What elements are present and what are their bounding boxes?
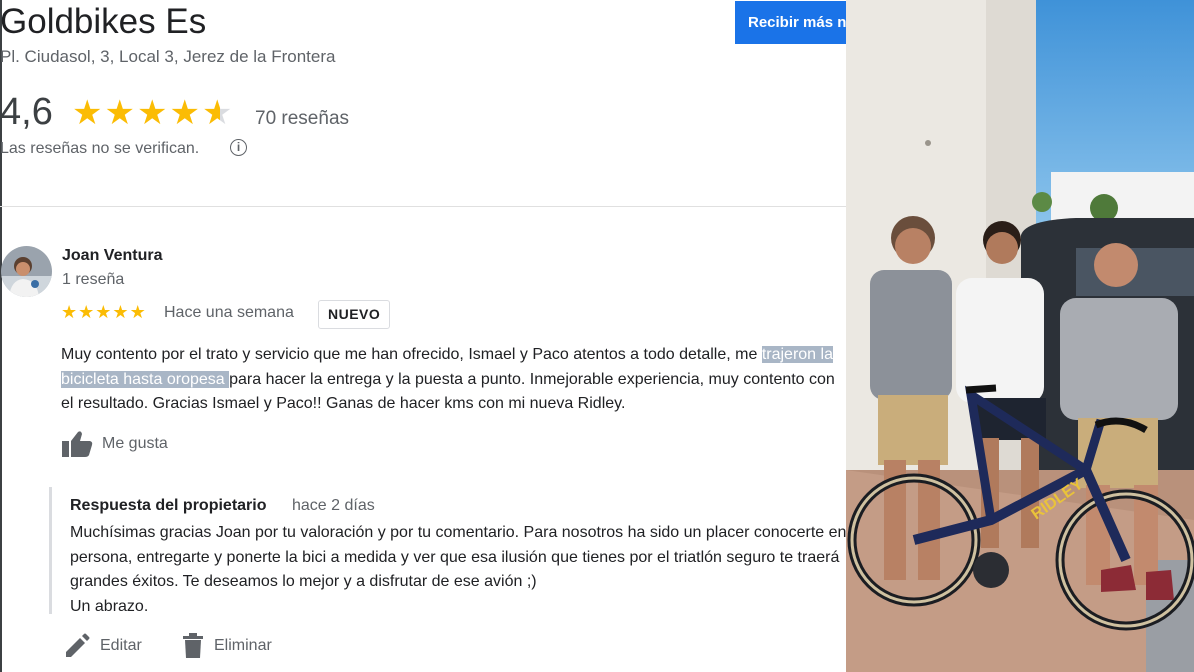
business-name: Goldbikes Es	[0, 2, 207, 41]
owner-reply-text: Muchísimas gracias Joan por tu valoració…	[70, 521, 846, 619]
avatar[interactable]	[1, 246, 52, 297]
business-address: Pl. Ciudasol, 3, Local 3, Jerez de la Fr…	[0, 47, 336, 66]
star-icon: ★	[72, 94, 103, 132]
rating-value: 4,6	[0, 91, 53, 133]
divider	[0, 206, 846, 207]
unverified-notice: Las reseñas no se verifican.	[0, 140, 200, 157]
review-photo[interactable]: RIDLEY	[846, 0, 1194, 672]
reviewer-name[interactable]: Joan Ventura	[62, 247, 162, 265]
review-stars: ★ ★ ★ ★ ★	[61, 303, 146, 321]
like-button[interactable]: Me gusta	[61, 430, 168, 458]
star-icon: ★	[78, 302, 95, 322]
star-icon: ★	[136, 94, 168, 132]
review-time: Hace una semana	[164, 304, 294, 321]
owner-reply-title: Respuesta del propietario	[70, 497, 267, 514]
get-more-button[interactable]: Recibir más n	[735, 1, 846, 44]
delete-button[interactable]: Eliminar	[182, 633, 272, 659]
star-icon: ★	[169, 94, 200, 132]
like-label: Me gusta	[102, 435, 168, 452]
owner-reply: Respuesta del propietario hace 2 días Mu…	[49, 487, 846, 615]
owner-reply-body: Muchísimas gracias Joan por tu valoració…	[70, 524, 846, 590]
new-badge: NUEVO	[318, 300, 391, 329]
owner-reply-time: hace 2 días	[292, 497, 375, 514]
info-icon[interactable]: i	[230, 139, 247, 156]
review-text: Muy contento por el trato y servicio que…	[61, 343, 846, 417]
owner-reply-closing: Un abrazo.	[70, 597, 149, 615]
review-count[interactable]: 70 reseñas	[255, 108, 349, 130]
rating-stars: ★ ★ ★ ★ ★	[72, 96, 232, 130]
more-options-icon[interactable]: ⋮	[839, 250, 846, 270]
edit-label: Editar	[100, 637, 142, 654]
half-star-icon: ★	[201, 94, 233, 132]
star-icon: ★	[112, 302, 129, 322]
star-icon: ★	[104, 94, 135, 132]
review-text-part: Muy contento por el trato y servicio que…	[61, 346, 762, 363]
delete-label: Eliminar	[214, 637, 272, 654]
star-icon: ★	[61, 302, 78, 322]
review-panel: Goldbikes Es Pl. Ciudasol, 3, Local 3, J…	[0, 0, 846, 672]
thumbs-up-icon	[62, 431, 93, 457]
pencil-icon	[66, 633, 90, 657]
edit-button[interactable]: Editar	[64, 633, 142, 659]
reviewer-review-count: 1 reseña	[62, 271, 125, 288]
trash-icon	[183, 633, 203, 658]
star-icon: ★	[95, 302, 112, 322]
star-icon: ★	[129, 302, 146, 322]
